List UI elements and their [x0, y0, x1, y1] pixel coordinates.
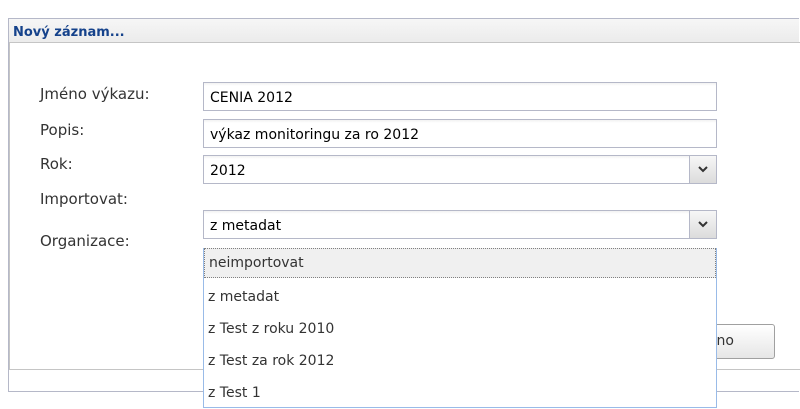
name-input[interactable]: CENIA 2012	[203, 82, 717, 111]
dropdown-option[interactable]: neimportovat	[204, 248, 716, 278]
import-combo[interactable]: z metadat	[203, 210, 717, 239]
name-label: Jméno výkazu:	[40, 85, 150, 103]
import-dropdown-list: neimportovat z metadat z Test z roku 201…	[203, 248, 717, 408]
organization-label: Organizace:	[40, 232, 130, 250]
description-label: Popis:	[40, 121, 85, 139]
dropdown-option[interactable]: z Test 1	[204, 379, 716, 409]
year-combo-value: 2012	[210, 163, 246, 179]
chevron-down-icon[interactable]	[689, 156, 716, 183]
dropdown-option[interactable]: z Test z roku 2010	[204, 315, 716, 345]
year-label: Rok:	[40, 155, 73, 173]
description-input[interactable]: výkaz monitoringu za ro 2012	[203, 119, 717, 148]
year-combo[interactable]: 2012	[203, 155, 717, 184]
chevron-down-icon[interactable]	[689, 211, 716, 238]
window-title: Nový záznam...	[13, 25, 125, 40]
import-combo-value: z metadat	[210, 218, 282, 234]
dropdown-option[interactable]: z metadat	[204, 283, 716, 313]
dropdown-option[interactable]: z Test za rok 2012	[204, 347, 716, 377]
import-label: Importovat:	[40, 190, 128, 208]
